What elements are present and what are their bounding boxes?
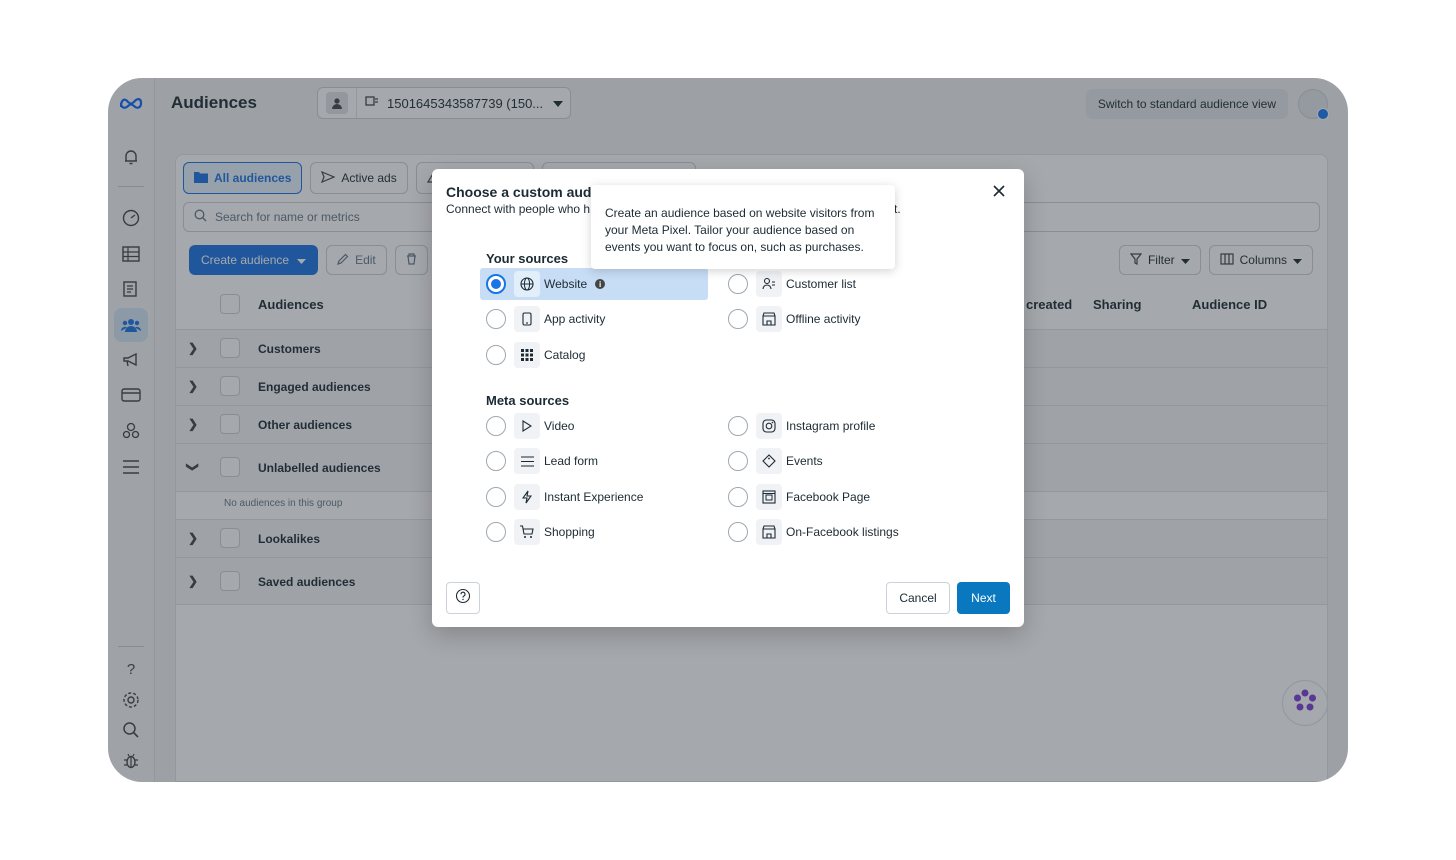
cancel-button[interactable]: Cancel bbox=[886, 582, 950, 614]
store-icon bbox=[756, 306, 782, 332]
ticket-icon bbox=[756, 448, 782, 474]
option-label: Lead form bbox=[544, 454, 599, 468]
option-instant-experience[interactable]: Instant Experience bbox=[480, 481, 708, 513]
radio-shopping[interactable] bbox=[486, 522, 506, 542]
option-lead-form[interactable]: Lead form bbox=[480, 445, 708, 477]
dialog-title: Choose a custom audie bbox=[446, 184, 596, 200]
next-button[interactable]: Next bbox=[957, 582, 1010, 614]
person-list-icon bbox=[756, 271, 782, 297]
radio-instagram-profile[interactable] bbox=[728, 416, 748, 436]
radio-video[interactable] bbox=[486, 416, 506, 436]
lines-icon bbox=[514, 448, 540, 474]
meta-sources-heading: Meta sources bbox=[486, 393, 570, 408]
play-icon bbox=[514, 413, 540, 439]
option-label: Offline activity bbox=[786, 312, 861, 326]
store-icon bbox=[756, 519, 782, 545]
phone-icon bbox=[514, 306, 540, 332]
grid-icon bbox=[514, 342, 540, 368]
option-facebook-page[interactable]: Facebook Page bbox=[722, 481, 962, 513]
option-label: Instagram profile bbox=[786, 419, 876, 433]
bolt-icon bbox=[514, 484, 540, 510]
close-icon[interactable] bbox=[990, 182, 1008, 200]
radio-events[interactable] bbox=[728, 451, 748, 471]
radio-instant-experience[interactable] bbox=[486, 487, 506, 507]
radio-website[interactable] bbox=[486, 274, 506, 294]
cart-icon bbox=[514, 519, 540, 545]
radio-app-activity[interactable] bbox=[486, 309, 506, 329]
option-label: Website bbox=[544, 277, 588, 291]
option-label: Video bbox=[544, 419, 575, 433]
option-website[interactable]: Website i bbox=[480, 268, 708, 300]
info-icon[interactable]: i bbox=[595, 279, 606, 289]
option-on-facebook-listings[interactable]: On-Facebook listings bbox=[722, 516, 962, 548]
option-app-activity[interactable]: App activity bbox=[480, 303, 708, 335]
question-circle-icon bbox=[455, 588, 471, 609]
radio-facebook-page[interactable] bbox=[728, 487, 748, 507]
option-offline-activity[interactable]: Offline activity bbox=[722, 303, 962, 335]
option-label: Facebook Page bbox=[786, 490, 871, 504]
option-label: Instant Experience bbox=[544, 490, 644, 504]
option-shopping[interactable]: Shopping bbox=[480, 516, 708, 548]
globe-icon bbox=[514, 271, 540, 297]
dialog-subtitle-end: t. bbox=[894, 202, 901, 216]
radio-on-facebook-listings[interactable] bbox=[728, 522, 748, 542]
option-events[interactable]: Events bbox=[722, 445, 962, 477]
option-catalog[interactable]: Catalog bbox=[480, 339, 708, 371]
radio-offline-activity[interactable] bbox=[728, 309, 748, 329]
option-instagram-profile[interactable]: Instagram profile bbox=[722, 410, 962, 442]
option-label: App activity bbox=[544, 312, 606, 326]
option-label: Customer list bbox=[786, 277, 857, 291]
dialog-subtitle: Connect with people who h bbox=[446, 202, 591, 216]
page-icon bbox=[756, 484, 782, 510]
website-tooltip: Create an audience based on website visi… bbox=[591, 185, 895, 269]
option-customer-list[interactable]: Customer list bbox=[722, 268, 962, 300]
your-sources-heading: Your sources bbox=[486, 251, 569, 266]
option-label: Shopping bbox=[544, 525, 595, 539]
radio-customer-list[interactable] bbox=[728, 274, 748, 294]
option-label: On-Facebook listings bbox=[786, 525, 899, 539]
instagram-icon bbox=[756, 413, 782, 439]
option-video[interactable]: Video bbox=[480, 410, 708, 442]
option-label: Events bbox=[786, 454, 823, 468]
radio-lead-form[interactable] bbox=[486, 451, 506, 471]
help-button[interactable] bbox=[446, 582, 480, 614]
option-label: Catalog bbox=[544, 348, 586, 362]
radio-catalog[interactable] bbox=[486, 345, 506, 365]
